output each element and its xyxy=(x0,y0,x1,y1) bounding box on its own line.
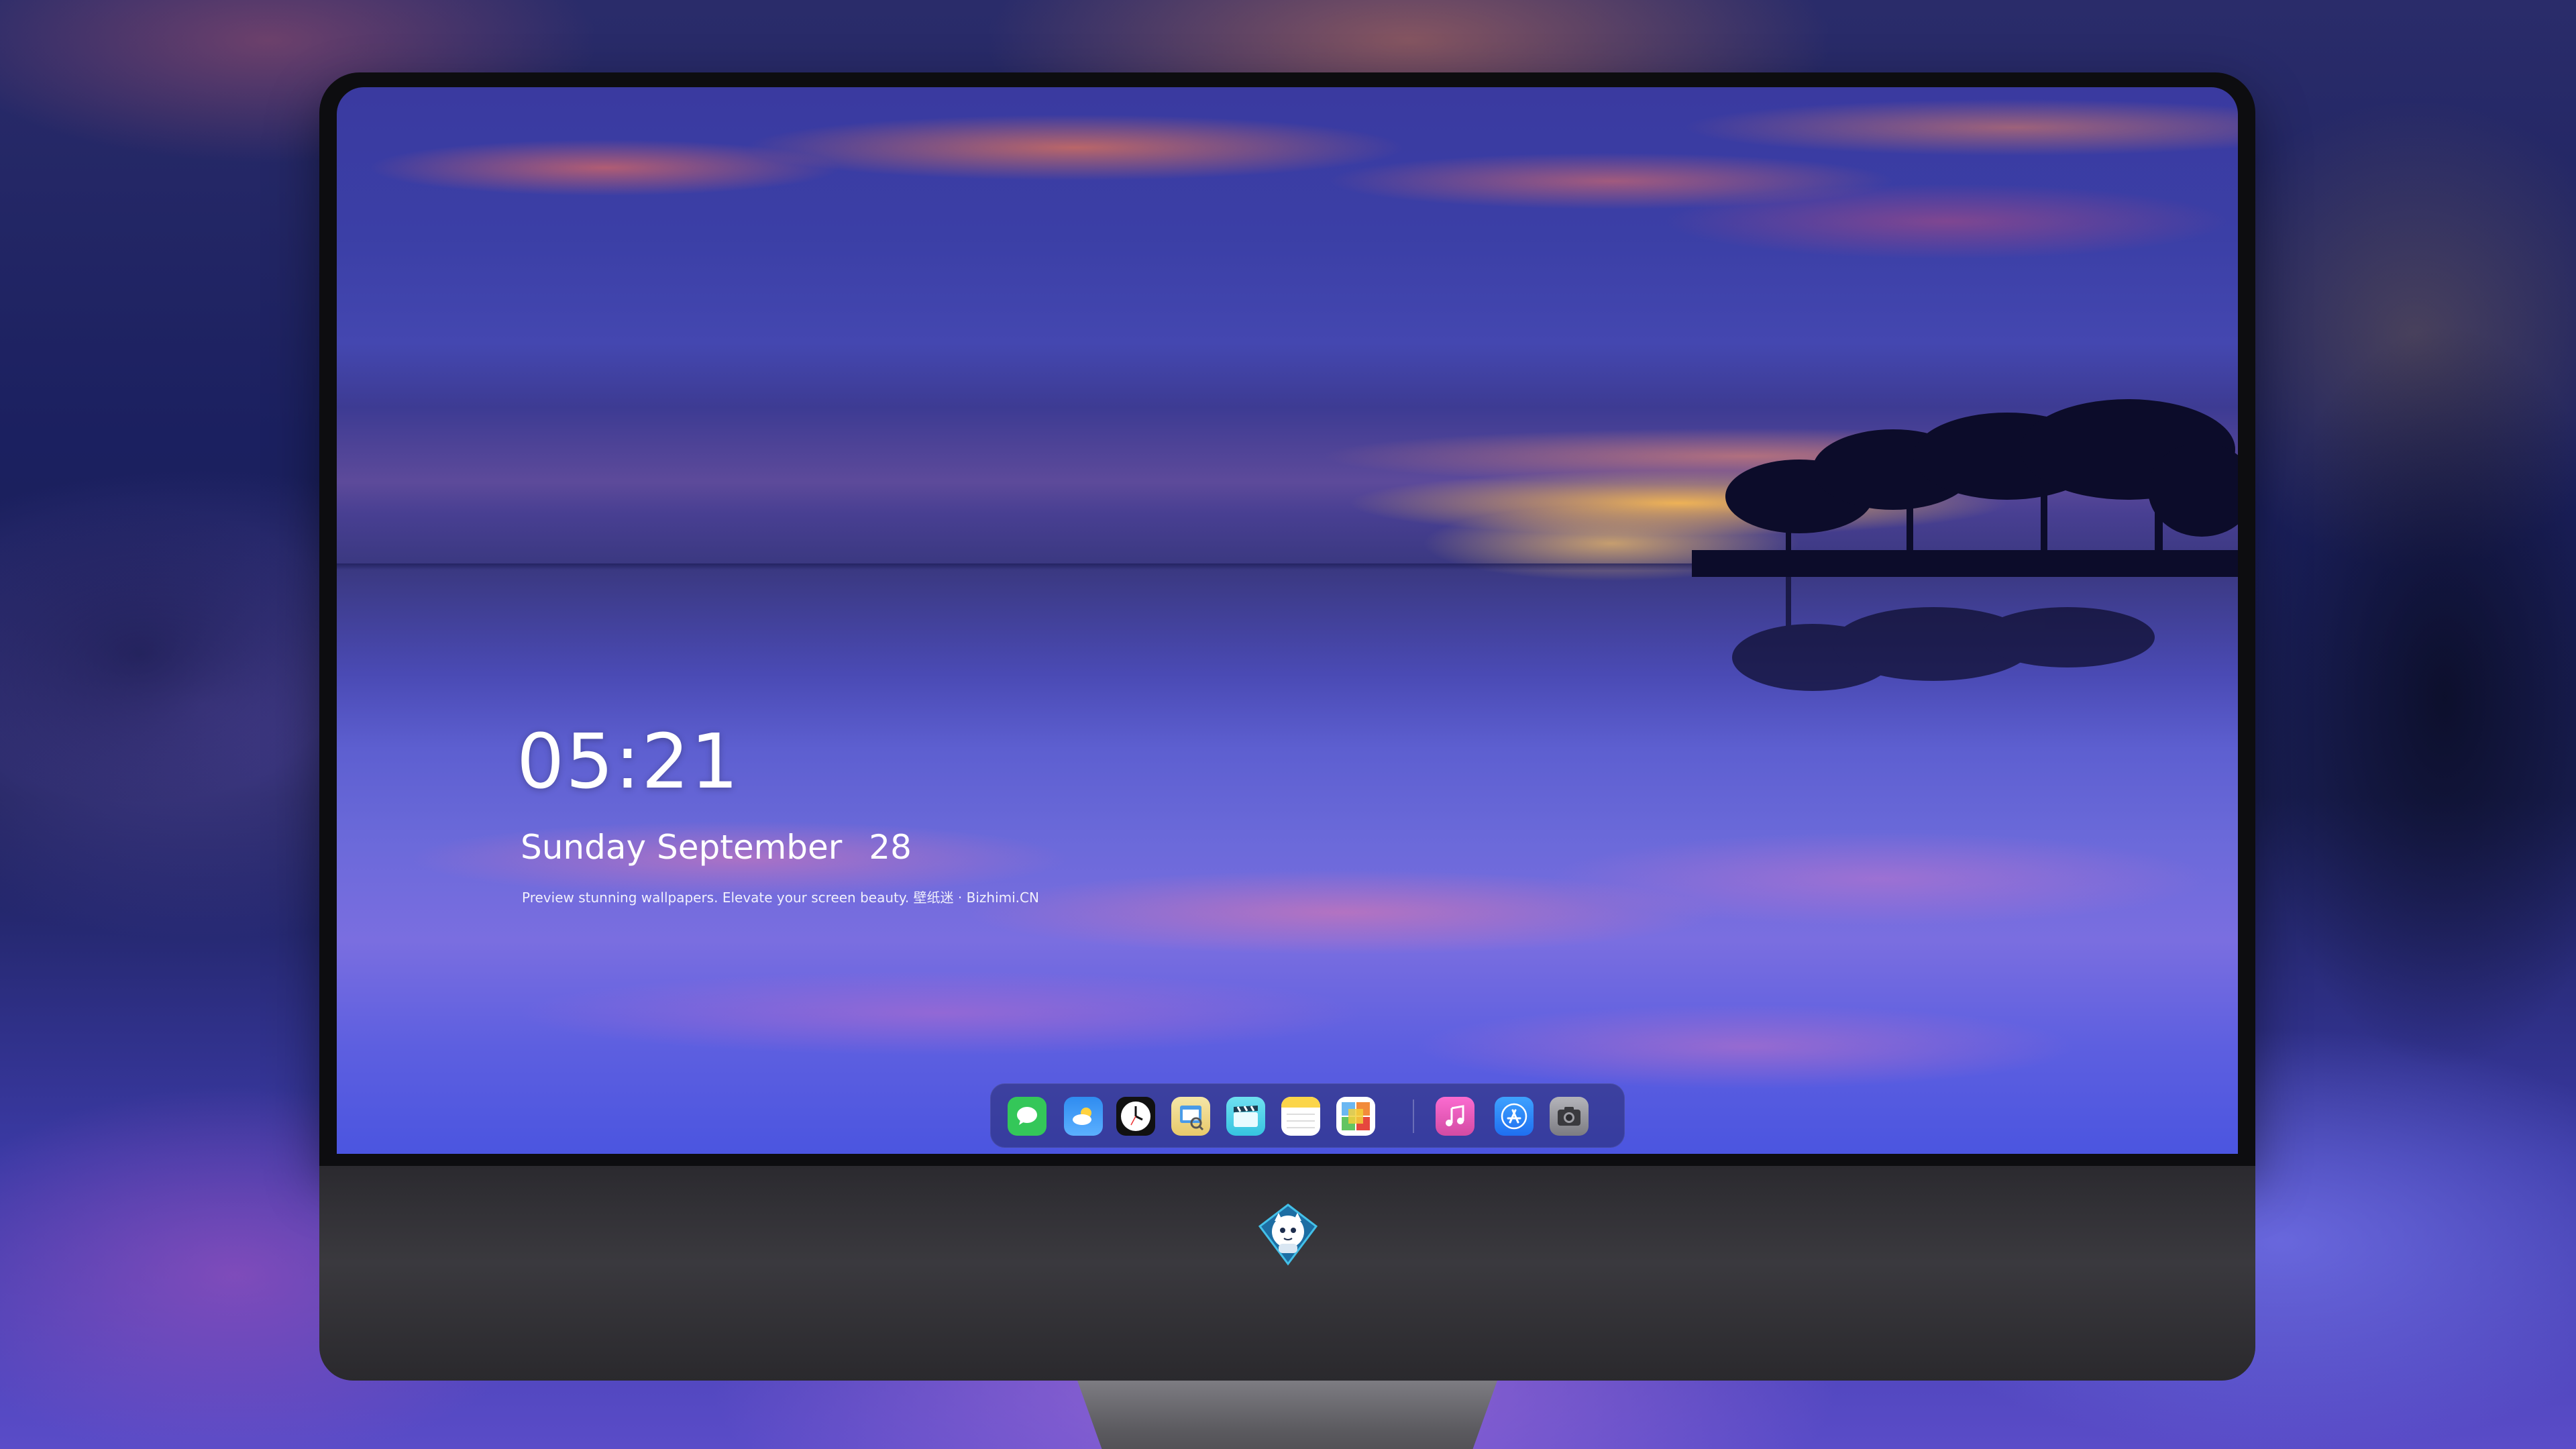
clips-icon[interactable] xyxy=(1226,1097,1265,1136)
lock-date: Sunday September 28 xyxy=(521,830,912,864)
wallpaper-trees xyxy=(1692,399,2238,691)
monitor-bezel: 05:21 Sunday September 28 Preview stunni… xyxy=(319,72,2255,1166)
wallpaper-caption: Preview stunning wallpapers. Elevate you… xyxy=(522,890,1039,906)
messages-icon[interactable] xyxy=(1008,1097,1046,1136)
lock-month: September xyxy=(657,828,843,867)
app-store-icon[interactable] xyxy=(1495,1097,1534,1136)
weather-icon[interactable] xyxy=(1064,1097,1103,1136)
lock-weekday: Sunday xyxy=(521,828,647,867)
camera-icon[interactable] xyxy=(1550,1097,1589,1136)
dock xyxy=(990,1083,1625,1148)
lock-screen[interactable]: 05:21 Sunday September 28 Preview stunni… xyxy=(337,87,2238,1154)
clock-icon[interactable] xyxy=(1116,1097,1155,1136)
music-icon[interactable] xyxy=(1436,1097,1474,1136)
monitor-stand-neck xyxy=(1077,1381,1497,1449)
dock-separator xyxy=(1413,1099,1414,1133)
monitor-chin xyxy=(319,1166,2255,1381)
preview-icon[interactable] xyxy=(1171,1097,1210,1136)
mascot-logo-icon xyxy=(1254,1201,1322,1268)
notes-icon[interactable] xyxy=(1281,1097,1320,1136)
lock-clock: 05:21 xyxy=(517,718,740,806)
wallpaper-clouds xyxy=(337,87,2238,288)
background-shadow-left xyxy=(0,503,349,805)
background-shadow-right xyxy=(2247,322,2576,1073)
photos-grid-icon[interactable] xyxy=(1336,1097,1375,1136)
lock-day: 28 xyxy=(869,828,912,867)
monitor: 05:21 Sunday September 28 Preview stunni… xyxy=(319,72,2255,1449)
